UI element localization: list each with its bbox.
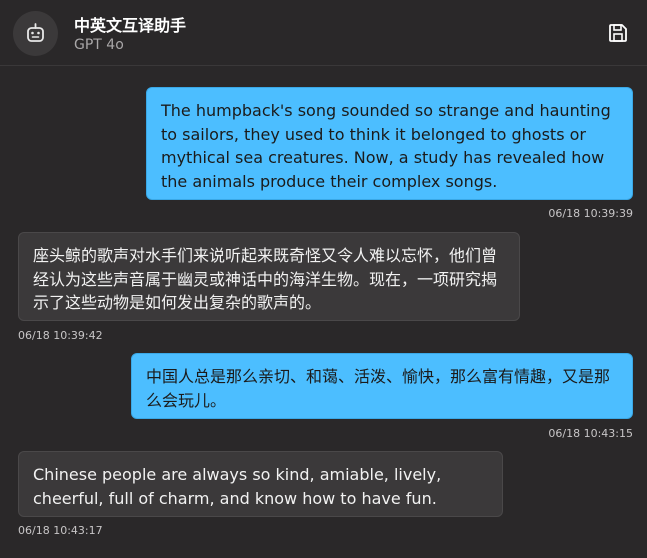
message-text: The humpback's song sounded so strange a… bbox=[161, 101, 611, 191]
message-text: Chinese people are always so kind, amiab… bbox=[33, 465, 442, 508]
save-button[interactable] bbox=[606, 21, 630, 45]
message-timestamp: 06/18 10:39:42 bbox=[18, 329, 103, 342]
save-icon bbox=[609, 24, 627, 42]
robot-icon bbox=[27, 23, 44, 42]
assistant-avatar bbox=[13, 11, 58, 56]
chat-title: 中英文互译助手 bbox=[74, 16, 187, 35]
assistant-message: 座头鲸的歌声对水手们来说听起来既奇怪又令人难以忘怀，他们曾经认为这些声音属于幽灵… bbox=[18, 232, 520, 321]
user-message: 中国人总是那么亲切、和蔼、活泼、愉快，那么富有情趣，又是那么会玩儿。 bbox=[131, 353, 633, 419]
message-timestamp: 06/18 10:39:39 bbox=[548, 207, 633, 220]
chat-header: 中英文互译助手 GPT 4o bbox=[0, 0, 647, 66]
message-text: 中国人总是那么亲切、和蔼、活泼、愉快，那么富有情趣，又是那么会玩儿。 bbox=[146, 367, 611, 410]
user-message: The humpback's song sounded so strange a… bbox=[146, 87, 633, 200]
assistant-message: Chinese people are always so kind, amiab… bbox=[18, 451, 503, 517]
message-timestamp: 06/18 10:43:15 bbox=[548, 427, 633, 440]
message-text: 座头鲸的歌声对水手们来说听起来既奇怪又令人难以忘怀，他们曾经认为这些声音属于幽灵… bbox=[33, 246, 498, 312]
model-name: GPT 4o bbox=[74, 37, 124, 53]
message-timestamp: 06/18 10:43:17 bbox=[18, 524, 103, 537]
